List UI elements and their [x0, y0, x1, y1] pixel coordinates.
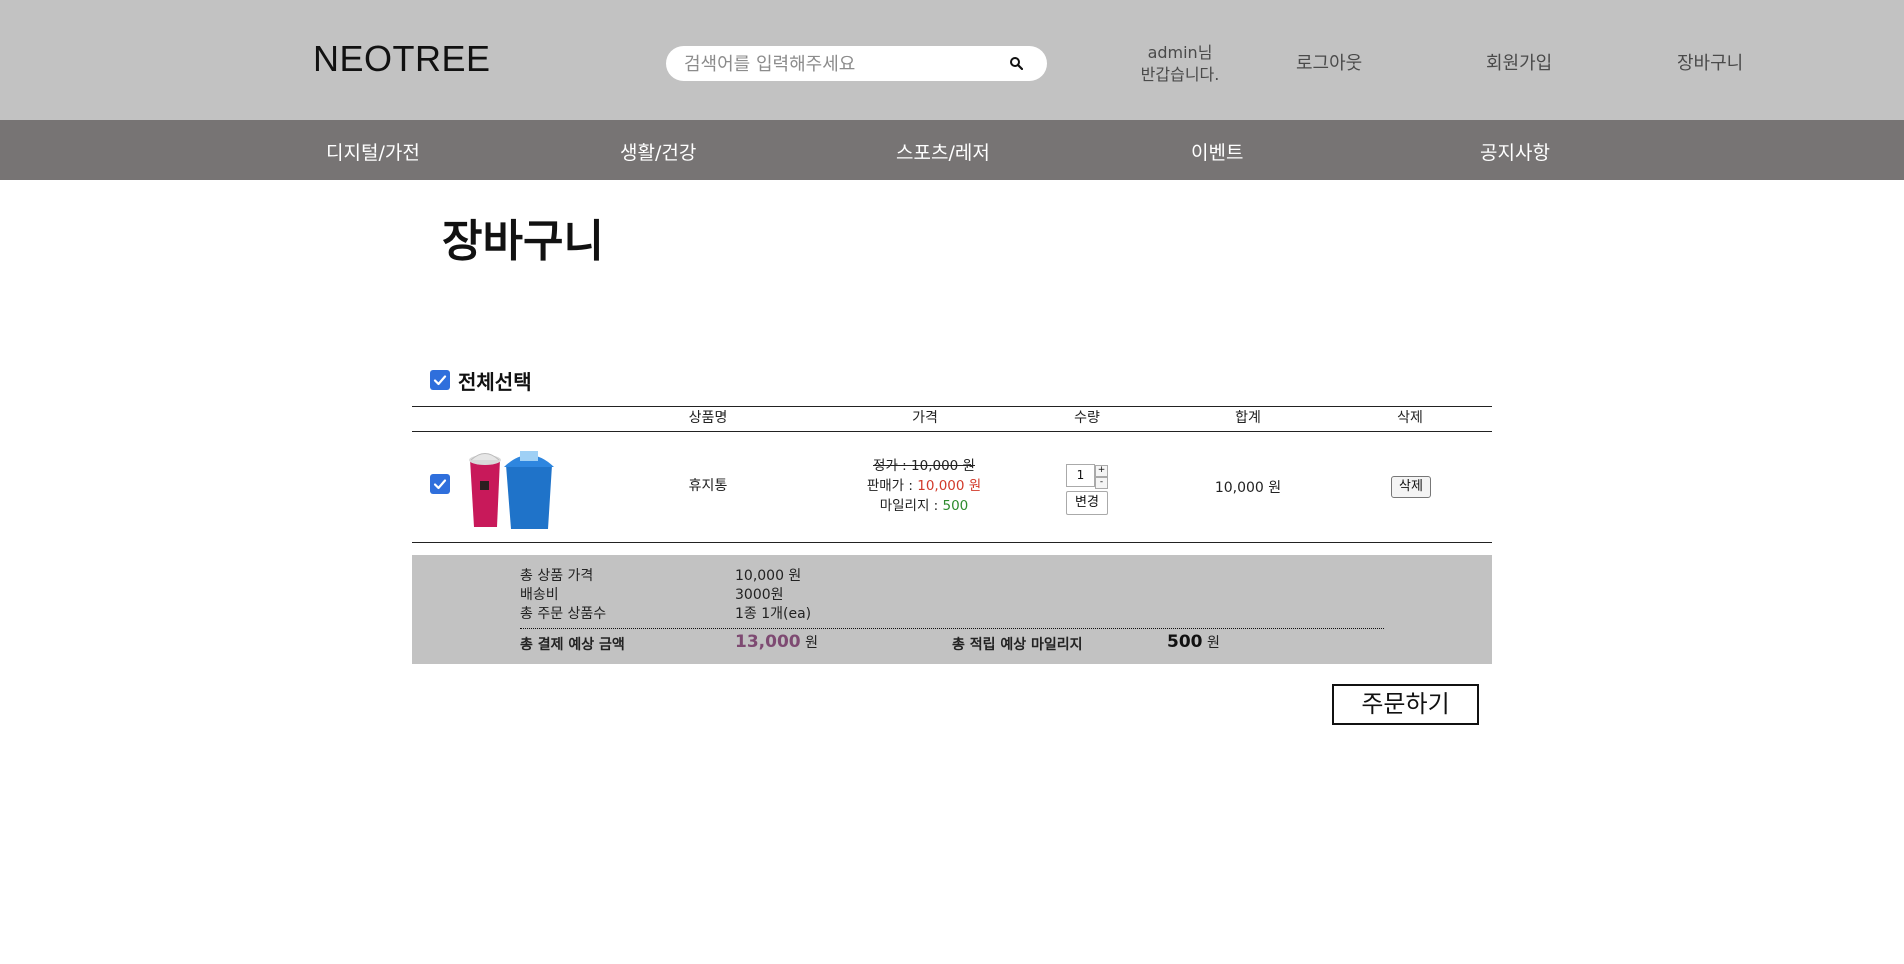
- total-payment-label: 총 결제 예상 금액: [520, 637, 625, 653]
- greeting-text: 반갑습니다.: [1140, 65, 1220, 84]
- site-header: NEOTREE admin님 반갑습니다. 로그아웃 회원가입 장바구니: [0, 0, 1904, 120]
- product-total-label: 총 상품 가격: [520, 568, 594, 584]
- mileage: 마일리지 : 500: [867, 496, 981, 516]
- order-summary: 총 상품 가격 10,000 원 배송비 3000원 총 주문 상품수 1종 1…: [412, 555, 1492, 664]
- table-top-border: [412, 406, 1492, 407]
- sale-price: 판매가 : 10,000 원: [867, 476, 981, 496]
- nav-living[interactable]: 생활/건강: [620, 138, 696, 165]
- order-button[interactable]: 주문하기: [1332, 684, 1479, 725]
- nav-notice[interactable]: 공지사항: [1480, 138, 1550, 165]
- order-count-value: 1종 1개(ea): [735, 606, 812, 622]
- nav-sports[interactable]: 스포츠/레저: [896, 138, 990, 165]
- mileage-value: 500: [942, 498, 969, 514]
- product-total-value: 10,000 원: [735, 568, 802, 584]
- delete-button[interactable]: 삭제: [1391, 476, 1431, 498]
- mileage-label: 마일리지 :: [879, 498, 943, 514]
- site-logo[interactable]: NEOTREE: [313, 38, 491, 80]
- nav-digital[interactable]: 디지털/가전: [326, 138, 420, 165]
- shipping-label: 배송비: [520, 587, 559, 603]
- select-all: 전체선택: [430, 368, 532, 394]
- category-nav: 디지털/가전 생활/건강 스포츠/레저 이벤트 공지사항: [0, 120, 1904, 180]
- check-icon: [433, 479, 447, 490]
- total-mileage-value: 500: [1167, 632, 1203, 652]
- select-all-label: 전체선택: [458, 369, 532, 394]
- list-price: 정가 : 10,000 원: [873, 458, 975, 474]
- page-title: 장바구니: [442, 216, 604, 267]
- search-input[interactable]: [682, 46, 1006, 83]
- header-quantity: 수량: [1074, 410, 1100, 426]
- search-icon[interactable]: [1009, 56, 1023, 70]
- total-mileage-unit: 원: [1206, 635, 1220, 651]
- total-mileage: 500 원: [1167, 632, 1220, 652]
- price-info: 정가 : 10,000 원 판매가 : 10,000 원 마일리지 : 500: [867, 456, 981, 516]
- product-name[interactable]: 휴지통: [689, 475, 728, 495]
- order-count-label: 총 주문 상품수: [520, 606, 607, 622]
- search-bar: [666, 46, 1047, 83]
- summary-divider: [520, 628, 1384, 629]
- quantity-increase-button[interactable]: +: [1095, 465, 1108, 477]
- total-payment-value: 13,000: [735, 632, 801, 652]
- total-mileage-label: 총 적립 예상 마일리지: [952, 637, 1083, 653]
- sale-price-label: 판매가 :: [866, 478, 918, 494]
- quantity-decrease-button[interactable]: -: [1095, 477, 1108, 489]
- greeting-user: admin님: [1147, 43, 1213, 62]
- signup-link[interactable]: 회원가입: [1486, 49, 1552, 75]
- row-checkbox[interactable]: [430, 474, 450, 494]
- greeting: admin님 반갑습니다.: [1120, 42, 1240, 86]
- check-icon: [433, 375, 447, 386]
- table-bottom-border: [412, 542, 1492, 543]
- quantity-input[interactable]: 1: [1066, 464, 1095, 487]
- cart-link[interactable]: 장바구니: [1677, 49, 1743, 75]
- header-product-name: 상품명: [688, 410, 728, 426]
- table-header-border: [412, 431, 1492, 432]
- shipping-value: 3000원: [735, 587, 784, 603]
- row-total: 10,000 원: [1214, 480, 1282, 496]
- nav-event[interactable]: 이벤트: [1191, 138, 1243, 165]
- sale-price-value: 10,000 원: [917, 478, 982, 494]
- product-image[interactable]: [466, 445, 556, 531]
- logout-link[interactable]: 로그아웃: [1296, 49, 1362, 75]
- header-delete: 삭제: [1397, 410, 1423, 426]
- total-payment-unit: 원: [805, 635, 818, 651]
- quantity-change-button[interactable]: 변경: [1066, 491, 1108, 515]
- header-total: 합계: [1235, 410, 1261, 426]
- header-price: 가격: [912, 410, 938, 426]
- total-payment: 13,000 원: [735, 632, 818, 652]
- select-all-checkbox[interactable]: [430, 370, 450, 390]
